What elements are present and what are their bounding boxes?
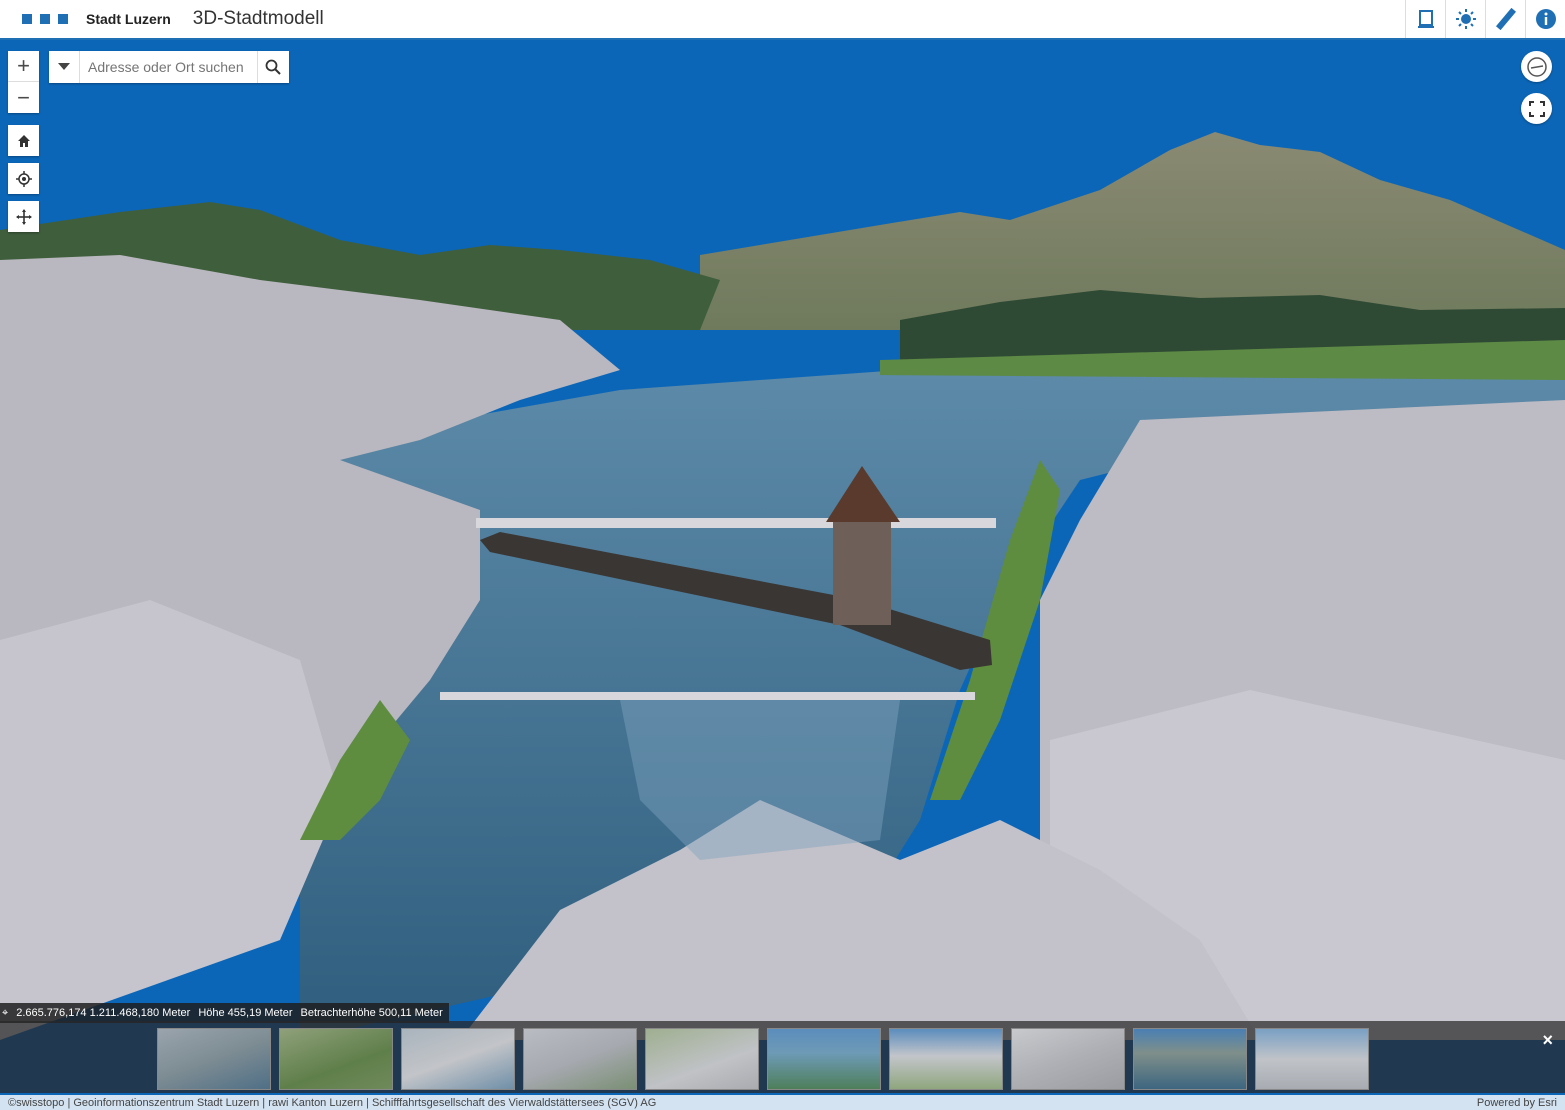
city-logo [22, 14, 68, 24]
slide-thumbnail[interactable] [767, 1028, 881, 1090]
coordinate-position: 2.665.776,174 1.211.468,180 Meter [16, 1007, 191, 1019]
wasserturm [833, 515, 891, 625]
info-button[interactable] [1525, 0, 1565, 38]
viewer-height: Betrachterhöhe 500,11 Meter [300, 1007, 443, 1019]
home-button[interactable] [8, 125, 39, 156]
search-source-dropdown[interactable] [49, 51, 80, 83]
zoom-out-button[interactable]: − [8, 82, 39, 113]
slides-strip: × [0, 1021, 1565, 1093]
search-icon [265, 59, 281, 75]
search-input[interactable] [80, 52, 257, 82]
slide-thumbnail[interactable] [157, 1028, 271, 1090]
fullscreen-button[interactable] [1521, 93, 1552, 124]
locate-button[interactable] [8, 163, 39, 194]
search-widget [49, 51, 289, 83]
zoom-in-button[interactable]: + [8, 51, 39, 82]
city-3d-scene [0, 40, 1565, 1110]
locate-icon [15, 170, 32, 187]
slide-thumbnail[interactable] [1133, 1028, 1247, 1090]
fullscreen-icon [1528, 100, 1545, 117]
header-toolbar [1405, 0, 1565, 38]
daylight-icon [1455, 9, 1476, 29]
crosshair-icon[interactable]: ⌖ [2, 1007, 8, 1020]
measure-icon [1495, 8, 1516, 30]
slides-toggle-button[interactable] [1405, 0, 1445, 38]
measure-button[interactable] [1485, 0, 1525, 38]
coordinate-bar: ⌖ 2.665.776,174 1.211.468,180 Meter Höhe… [0, 1003, 449, 1023]
search-button[interactable] [257, 51, 288, 83]
slide-thumbnail[interactable] [889, 1028, 1003, 1090]
zoom-controls: + − [8, 51, 39, 113]
app-title: 3D-Stadtmodell [192, 8, 324, 29]
pan-mode-button[interactable] [8, 201, 39, 232]
seebruecke [476, 518, 996, 528]
locate-control [8, 163, 39, 194]
scene-view[interactable]: + − ⌖ 2.665.776,174 1.211.468,180 [0, 40, 1565, 1110]
slide-thumbnail[interactable] [1011, 1028, 1125, 1090]
home-control [8, 125, 39, 156]
slide-thumbnail[interactable] [1255, 1028, 1369, 1090]
powered-by-esri[interactable]: Powered by Esri [1477, 1097, 1557, 1109]
slide-thumbnail[interactable] [645, 1028, 759, 1090]
slides-icon [1417, 10, 1434, 28]
app-header: Stadt Luzern 3D-Stadtmodell [0, 0, 1565, 40]
rathaussteg [440, 692, 975, 700]
brand-name: Stadt Luzern [86, 11, 171, 27]
attribution-bar: ©swisstopo | Geoinformationszentrum Stad… [0, 1095, 1565, 1110]
slide-thumbnail[interactable] [279, 1028, 393, 1090]
pan-icon [15, 208, 32, 225]
slide-thumbnail[interactable] [523, 1028, 637, 1090]
info-icon [1535, 9, 1556, 29]
chevron-down-icon [58, 63, 70, 70]
compass-icon [1526, 56, 1547, 77]
terrain-height: Höhe 455,19 Meter [198, 1007, 293, 1019]
close-slides-button[interactable]: × [1542, 1030, 1553, 1051]
compass-button[interactable] [1521, 51, 1552, 82]
slide-thumbnail[interactable] [401, 1028, 515, 1090]
home-icon [17, 134, 30, 147]
attribution-sources: ©swisstopo | Geoinformationszentrum Stad… [8, 1096, 657, 1109]
navigation-toggle [8, 201, 39, 232]
daylight-button[interactable] [1445, 0, 1485, 38]
